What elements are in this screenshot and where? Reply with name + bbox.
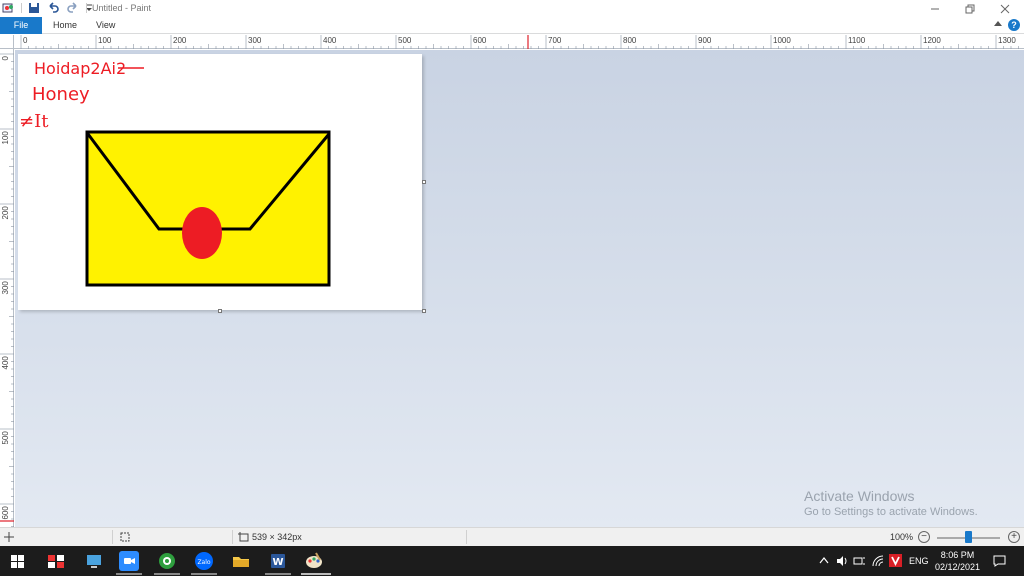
resize-handle-bottom[interactable]: [218, 309, 222, 313]
tab-file[interactable]: File: [0, 17, 42, 34]
coccoc-icon[interactable]: [157, 551, 177, 571]
ruler-label: 0: [23, 36, 28, 45]
minimize-button[interactable]: [918, 0, 952, 17]
status-divider: [466, 530, 467, 544]
status-bar: 539 × 342px 100% − +: [0, 527, 1024, 546]
ruler-label: 300: [248, 36, 262, 45]
paint-icon[interactable]: [304, 551, 324, 571]
cursor-position-icon: [4, 532, 14, 544]
antivirus-icon[interactable]: [889, 554, 902, 569]
taskbar: Zalo W ENG 8:06 PM 02/12/2021: [0, 546, 1024, 576]
zoom-level: 100%: [890, 532, 914, 542]
help-icon[interactable]: ?: [1008, 19, 1020, 31]
horizontal-ruler: 0 100 200 300 400 500 600 700 800 900 1000 1100 1200…: [14, 35, 1024, 49]
ruler-label: 800: [623, 36, 637, 45]
ribbon-tabs: File Home View ?: [0, 17, 1024, 34]
desktop-icon[interactable]: [84, 551, 104, 571]
window-title: Untitled - Paint: [92, 3, 152, 13]
zoom-out-button[interactable]: −: [918, 531, 930, 543]
selection-size-icon: [120, 532, 130, 544]
status-divider: [112, 530, 113, 544]
watermark-title: Activate Windows: [804, 488, 915, 504]
canvas-size-text: 539 × 342px: [252, 532, 302, 542]
handwriting-line-2: Honey: [32, 84, 90, 105]
ruler-label: 0: [1, 56, 10, 61]
title-bar: Untitled - Paint: [0, 0, 1024, 17]
zoom-slider-thumb[interactable]: [965, 531, 972, 543]
zoom-in-button[interactable]: +: [1008, 531, 1020, 543]
envelope-seal: [182, 207, 222, 259]
ruler-label: 300: [1, 281, 10, 295]
ruler-label: 500: [398, 36, 412, 45]
ruler-label: 1000: [773, 36, 791, 45]
svg-text:W: W: [272, 557, 283, 568]
ruler-label: 900: [698, 36, 712, 45]
restore-icon: [965, 4, 975, 13]
resize-handle-corner[interactable]: [422, 309, 426, 313]
restore-button[interactable]: [953, 0, 987, 17]
tab-home[interactable]: Home: [53, 17, 77, 34]
show-hidden-icons-icon[interactable]: [819, 556, 829, 566]
ruler-label: 600: [1, 506, 10, 520]
canvas-size-icon: [238, 532, 249, 544]
handwriting-line-1: Hoidap2Ai2: [34, 59, 126, 78]
ruler-corner: [0, 35, 14, 49]
tab-view[interactable]: View: [96, 17, 115, 34]
minimize-icon: [931, 8, 939, 9]
zoom-icon[interactable]: [119, 551, 139, 571]
ruler-label: 1300: [998, 36, 1016, 45]
word-icon[interactable]: W: [268, 551, 288, 571]
resize-handle-right[interactable]: [422, 180, 426, 184]
undo-icon[interactable]: [47, 2, 60, 14]
close-icon: [1000, 4, 1010, 13]
zoom-running-indicator: [116, 573, 142, 575]
volume-icon[interactable]: [836, 555, 848, 569]
ruler-label: 400: [1, 356, 10, 370]
clock-time: 8:06 PM: [940, 550, 975, 560]
activation-watermark: Activate Windows Go to Settings to activ…: [804, 488, 978, 518]
ruler-label: 1100: [848, 36, 866, 45]
vertical-ruler: 0 100 200 300 400 500 600: [0, 49, 14, 527]
close-button[interactable]: [988, 0, 1022, 17]
redo-icon[interactable]: [66, 2, 79, 14]
language-indicator[interactable]: ENG: [909, 556, 929, 566]
coccoc-running-indicator: [154, 573, 180, 575]
clock-date: 02/12/2021: [934, 562, 980, 572]
zalo-icon[interactable]: Zalo: [194, 551, 214, 571]
ruler-label: 700: [548, 36, 562, 45]
taskbar-clock[interactable]: 8:06 PM 02/12/2021: [935, 549, 980, 573]
file-explorer-icon[interactable]: [231, 551, 251, 571]
store-icon[interactable]: [46, 551, 66, 571]
canvas-drawing: Hoidap2Ai2 Honey ≠It: [19, 59, 331, 287]
minimize-ribbon-icon[interactable]: [994, 21, 1002, 26]
word-running-indicator: [265, 573, 291, 575]
handwriting-line-3: ≠It: [19, 111, 49, 132]
zalo-running-indicator: [191, 573, 217, 575]
status-divider: [232, 530, 233, 544]
title-divider: [86, 3, 87, 13]
paint-app-icon[interactable]: [2, 2, 15, 14]
ruler-label: 400: [323, 36, 337, 45]
ruler-label: 200: [1, 206, 10, 220]
network-icon[interactable]: [853, 555, 866, 569]
ruler-label: 1200: [923, 36, 941, 45]
wifi-icon[interactable]: [872, 555, 884, 569]
ruler-label: 100: [98, 36, 112, 45]
svg-text:Zalo: Zalo: [197, 559, 210, 566]
ruler-label: 100: [1, 131, 10, 145]
notifications-icon[interactable]: [993, 555, 1006, 569]
save-icon[interactable]: [28, 2, 41, 14]
ruler-label: 500: [1, 431, 10, 445]
quick-access-toolbar: [2, 2, 99, 14]
ruler-label: 200: [173, 36, 187, 45]
start-icon[interactable]: [11, 555, 24, 570]
ruler-label: 600: [473, 36, 487, 45]
watermark-subtitle: Go to Settings to activate Windows.: [804, 506, 978, 518]
paint-active-indicator: [301, 573, 331, 575]
drawing-canvas[interactable]: Hoidap2Ai2 Honey ≠It: [18, 54, 422, 310]
